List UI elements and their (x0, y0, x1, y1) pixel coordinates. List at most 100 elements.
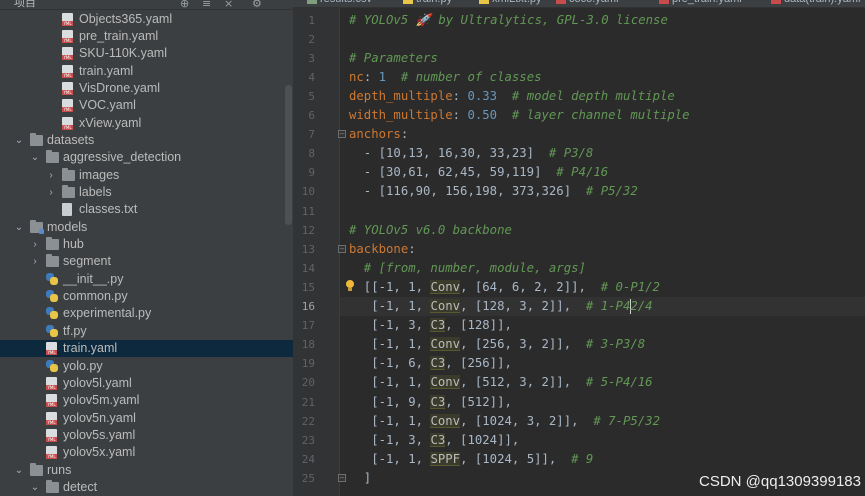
code-line[interactable]: [-1, 1, Conv, [256, 3, 2]], # 3-P3/8 (349, 335, 645, 354)
tree-item-label: datasets (47, 132, 95, 147)
lightbulb-icon[interactable] (345, 279, 355, 291)
tree-file[interactable]: tf.py (0, 323, 293, 340)
tree-item-label: VisDrone.yaml (79, 80, 161, 95)
editor-tab[interactable]: train.py (403, 0, 452, 5)
chevron-down-icon[interactable]: ⌄ (13, 462, 25, 479)
tree-folder[interactable]: ⌄ detect (0, 479, 293, 496)
gear-icon[interactable]: ⚙ (252, 0, 262, 10)
chevron-down-icon[interactable]: ⌄ (13, 219, 25, 236)
code-token: # Parameters (349, 50, 438, 65)
code-token: , [1024, 3, 2]], (460, 413, 579, 428)
code-token: , [64, 6, 2, 2]], (460, 279, 586, 294)
line-number: 15 (301, 280, 315, 294)
project-sidebar: 项目 ⊕ ≡ × ⚙ Objects365.yaml pre_train.yaml… (0, 0, 293, 496)
tree-folder[interactable]: › segment (0, 253, 293, 270)
code-line[interactable]: - [30,61, 62,45, 59,119] # P4/16 (349, 163, 608, 182)
collapse-all-icon[interactable]: ≡ (202, 0, 211, 10)
tree-file[interactable]: VOC.yaml (0, 97, 293, 114)
code-token: : (363, 69, 379, 84)
tree-item-label: yolov5n.yaml (63, 410, 136, 425)
fold-marker-icon[interactable]: − (338, 244, 346, 253)
tree-file[interactable]: SKU-110K.yaml (0, 45, 293, 62)
code-line[interactable]: [-1, 1, Conv, [512, 3, 2]], # 5-P4/16 (349, 373, 653, 392)
tree-folder[interactable]: ⌄ datasets (0, 132, 293, 149)
tab-label: coco.yaml (569, 0, 619, 5)
chevron-right-icon[interactable]: › (45, 184, 57, 201)
tree-item-label: images (79, 167, 120, 182)
sidebar-scrollbar[interactable] (285, 85, 292, 225)
code-line[interactable]: [-1, 3, C3, [128]], (349, 316, 512, 335)
code-token: # 7-P5/32 (578, 413, 660, 428)
code-line[interactable]: [-1, 1, Conv, [128, 3, 2]], # 1-P42/4 (349, 297, 653, 316)
tree-file[interactable]: __init__.py (0, 271, 293, 288)
tree-file[interactable]: VisDrone.yaml (0, 80, 293, 97)
tree-folder[interactable]: › hub (0, 236, 293, 253)
code-line[interactable]: - [116,90, 156,198, 373,326] # P5/32 (349, 182, 638, 201)
folder-icon (30, 462, 43, 476)
line-number: 2 (308, 32, 315, 46)
code-line[interactable]: [-1, 1, SPPF, [1024, 5]], # 9 (349, 450, 593, 469)
code-line[interactable]: depth_multiple: 0.33 # model depth multi… (349, 87, 675, 106)
line-number: 1 (308, 13, 315, 27)
tree-file[interactable]: yolov5x.yaml (0, 444, 293, 461)
code-line[interactable]: # [from, number, module, args] (349, 259, 586, 278)
tree-file[interactable]: train.yaml (0, 340, 293, 358)
tree-folder[interactable]: ⌄ aggressive_detection (0, 149, 293, 166)
tree-file[interactable]: yolov5l.yaml (0, 375, 293, 392)
tree-folder[interactable]: › images (0, 167, 293, 184)
tree-file[interactable]: xView.yaml (0, 115, 293, 132)
code-line[interactable]: - [10,13, 16,30, 33,23] # P3/8 (349, 144, 594, 163)
code-line[interactable]: [-1, 1, Conv, [1024, 3, 2]], # 7-P5/32 (349, 412, 660, 431)
tree-folder[interactable]: ⌄ runs (0, 462, 293, 479)
tree-file[interactable]: classes.txt (0, 201, 293, 218)
tree-file[interactable]: train.yaml (0, 63, 293, 80)
chevron-right-icon[interactable]: › (29, 236, 41, 253)
code-line[interactable]: width_multiple: 0.50 # layer channel mul… (349, 106, 690, 125)
chevron-down-icon[interactable]: ⌄ (13, 132, 25, 149)
python-file-icon (46, 272, 58, 285)
code-line[interactable]: nc: 1 # number of classes (349, 68, 542, 87)
tree-folder[interactable]: › labels (0, 184, 293, 201)
code-line[interactable]: # Parameters (349, 49, 438, 68)
tree-file[interactable]: yolov5m.yaml (0, 392, 293, 409)
editor-tab[interactable]: xmlLtxt.py (479, 0, 542, 5)
chevron-down-icon[interactable]: ⌄ (29, 479, 41, 496)
line-number: 17 (301, 319, 315, 333)
fold-marker-icon[interactable]: − (338, 130, 346, 139)
editor-tabbar: results.csv train.py xmlLtxt.py coco.yaml pr… (293, 0, 865, 8)
tree-file[interactable]: pre_train.yaml (0, 28, 293, 45)
tree-item-label: VOC.yaml (79, 98, 136, 113)
globe-icon[interactable]: ⊕ (180, 0, 189, 10)
fold-marker-icon[interactable]: − (338, 473, 346, 482)
code-line[interactable]: [-1, 9, C3, [512]], (349, 393, 512, 412)
tree-file[interactable]: experimental.py (0, 305, 293, 322)
code-token: [-1, 1, (349, 413, 431, 428)
code-token: Conv (430, 375, 461, 390)
code-line[interactable]: anchors: (349, 125, 408, 144)
tree-file[interactable]: common.py (0, 288, 293, 305)
chevron-down-icon[interactable]: ⌄ (29, 149, 41, 166)
tree-folder[interactable]: ⌄ models (0, 219, 293, 236)
editor-tab[interactable]: coco.yaml (556, 0, 619, 5)
tree-item-label: aggressive_detection (63, 150, 182, 165)
code-line[interactable]: [-1, 3, C3, [1024]], (349, 431, 519, 450)
close-icon[interactable]: × (224, 0, 233, 10)
code-line[interactable]: # YOLOv5 v6.0 backbone (349, 221, 512, 240)
editor-tab[interactable]: pre_train.yaml (659, 0, 742, 5)
editor-tab[interactable]: data(train).yaml (771, 0, 860, 5)
python-file-icon (46, 324, 58, 337)
editor-tab[interactable]: results.csv (307, 0, 372, 5)
tree-file[interactable]: yolo.py (0, 358, 293, 375)
tree-file[interactable]: yolov5n.yaml (0, 410, 293, 427)
tree-file[interactable]: yolov5s.yaml (0, 427, 293, 444)
code-line[interactable]: [-1, 6, C3, [256]], (349, 354, 512, 373)
code-line[interactable]: backbone: (349, 240, 416, 259)
chevron-right-icon[interactable]: › (29, 253, 41, 270)
chevron-right-icon[interactable]: › (45, 167, 57, 184)
code-line[interactable]: ] (349, 469, 371, 488)
code-token: : (452, 108, 468, 122)
project-label[interactable]: 项目 (14, 0, 36, 10)
code-line[interactable]: [[-1, 1, Conv, [64, 6, 2, 2]], # 0-P1/2 (349, 278, 660, 297)
tree-file[interactable]: Objects365.yaml (0, 11, 293, 28)
code-line[interactable]: # YOLOv5 🚀 by Ultralytics, GPL-3.0 licen… (349, 11, 668, 30)
